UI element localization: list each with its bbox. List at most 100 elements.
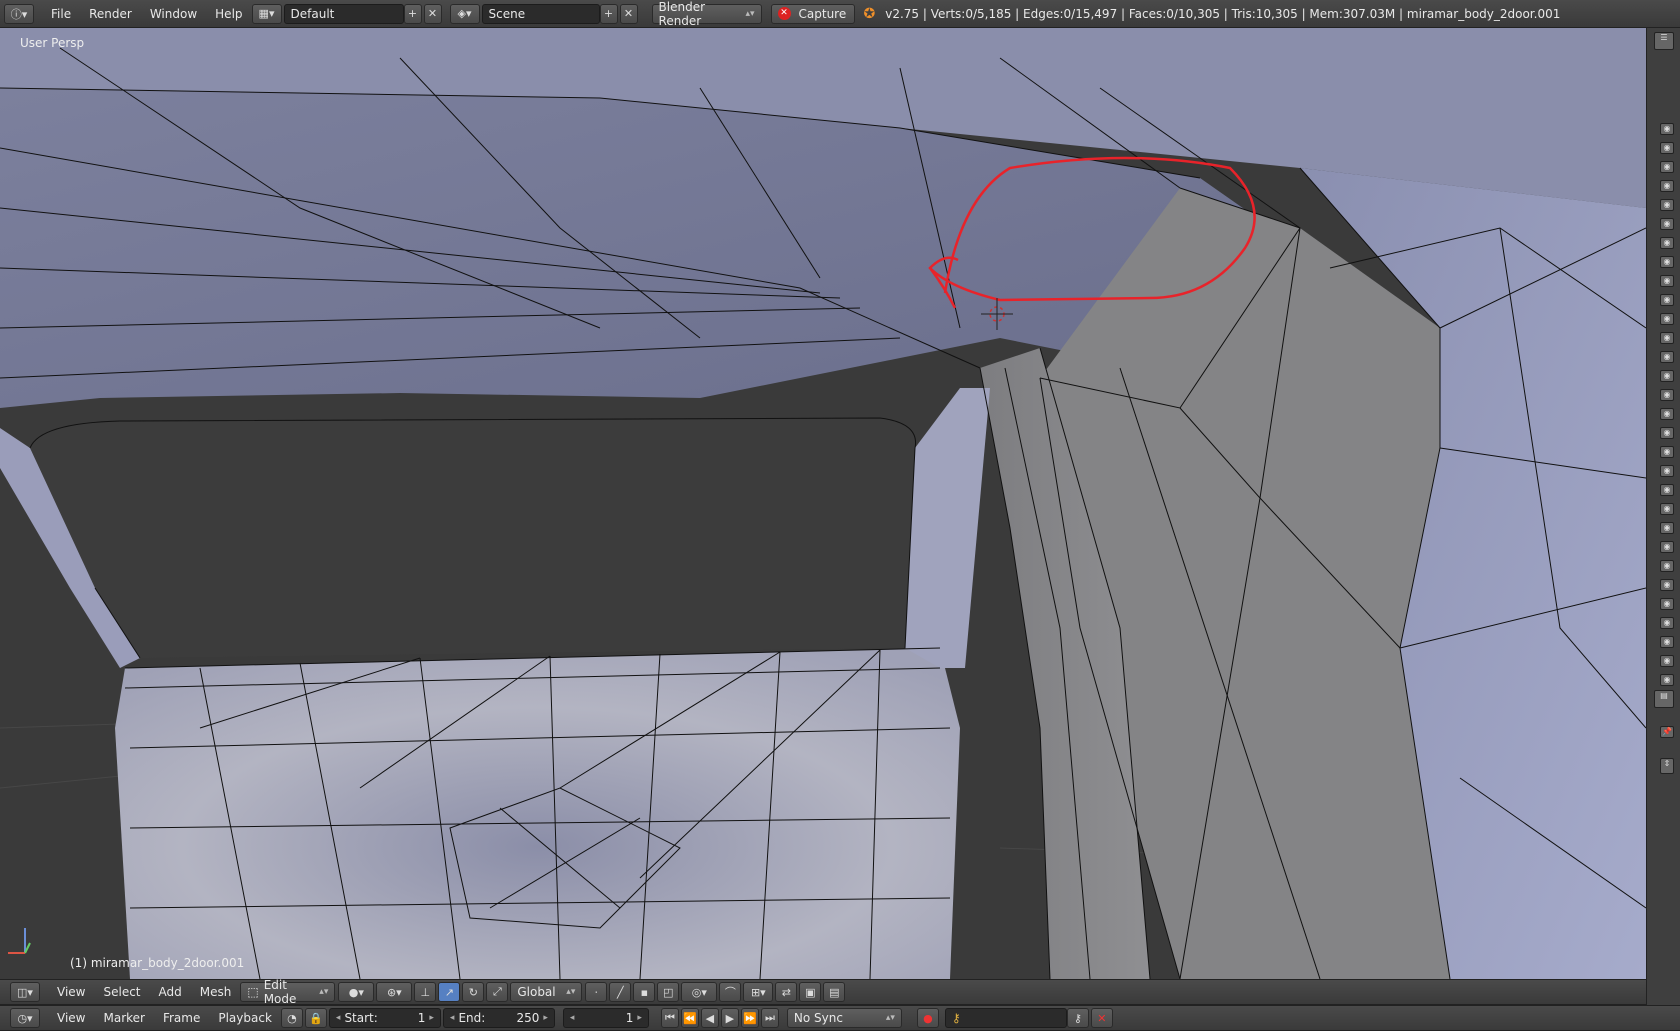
info-editor-icon[interactable]: ⓘ▾	[4, 3, 34, 24]
preview-range-icon[interactable]: ◔	[280, 1008, 303, 1028]
pivot-point-icon[interactable]: ⊛▾	[376, 982, 413, 1002]
end-frame-field[interactable]: ◂ End: 250 ▸	[442, 1008, 555, 1028]
transform-orientation-select[interactable]: Global ▴▾	[510, 982, 583, 1002]
proportional-edit-icon[interactable]: ◎▾	[681, 982, 718, 1002]
jump-keyframe-back-icon[interactable]: ⏪	[680, 1008, 699, 1028]
magnet-snap-icon[interactable]: ⌒	[719, 982, 742, 1002]
visibility-toggle-icon[interactable]: ◉	[1660, 674, 1674, 686]
visibility-toggle-icon[interactable]: ◉	[1660, 617, 1674, 629]
outliner-editor-icon[interactable]: ☰	[1654, 32, 1674, 50]
visibility-toggle-icon[interactable]: ◉	[1660, 655, 1674, 667]
mode-select[interactable]: ⬚ Edit Mode ▴▾	[240, 978, 336, 1006]
limit-selection-icon[interactable]: ◰	[657, 982, 680, 1002]
pin-icon[interactable]: 📌	[1660, 726, 1674, 738]
capture-button[interactable]: ✕ Capture	[770, 3, 855, 24]
visibility-toggle-icon[interactable]: ◉	[1660, 370, 1674, 382]
editor-type-icon[interactable]: ◫▾	[10, 982, 40, 1002]
vertex-select-icon[interactable]: ⋅	[585, 982, 608, 1002]
menu-frame[interactable]: Frame	[154, 1011, 209, 1025]
visibility-toggle-icon[interactable]: ◉	[1660, 636, 1674, 648]
start-frame-field[interactable]: ◂ Start: 1 ▸	[328, 1008, 441, 1028]
jump-start-icon[interactable]: ⏮	[660, 1008, 679, 1028]
keying-set-field[interactable]: ⚷	[944, 1008, 1067, 1028]
sync-mode-select[interactable]: No Sync ▴▾	[786, 1008, 902, 1028]
delete-keyframe-icon[interactable]: ✕	[1090, 1008, 1113, 1028]
menu-window[interactable]: Window	[141, 7, 206, 21]
menu-playback[interactable]: Playback	[209, 1011, 281, 1025]
visibility-toggle-icon[interactable]: ◉	[1660, 579, 1674, 591]
screen-layout-icon[interactable]: ▦▾	[251, 3, 282, 24]
play-reverse-icon[interactable]: ◀	[700, 1008, 719, 1028]
add-layout-icon[interactable]: +	[403, 3, 422, 24]
menu-mesh[interactable]: Mesh	[191, 985, 241, 999]
visibility-toggle-icon[interactable]: ◉	[1660, 541, 1674, 553]
screen-layout-field[interactable]: Default	[283, 3, 404, 24]
remove-layout-icon[interactable]: ✕	[423, 3, 442, 24]
scroll-arrows-icon[interactable]: ⇕	[1660, 758, 1674, 774]
timeline-editor-icon[interactable]: ◷▾	[10, 1008, 40, 1028]
face-select-icon[interactable]: ▪	[633, 982, 656, 1002]
render-still-icon[interactable]: ▣	[799, 982, 822, 1002]
visibility-toggle-icon[interactable]: ◉	[1660, 560, 1674, 572]
start-frame-label: Start:	[344, 1011, 378, 1025]
play-icon[interactable]: ▶	[720, 1008, 739, 1028]
visibility-toggle-icon[interactable]: ◉	[1660, 351, 1674, 363]
visibility-toggle-icon[interactable]: ◉	[1660, 237, 1674, 249]
visibility-toggle-icon[interactable]: ◉	[1660, 389, 1674, 401]
properties-editor-icon[interactable]: ▤	[1654, 690, 1674, 708]
translate-icon[interactable]: ↗	[438, 982, 461, 1002]
3d-viewport[interactable]: User Persp (1) miramar_body_2door.001	[0, 28, 1646, 979]
visibility-toggle-icon[interactable]: ◉	[1660, 408, 1674, 420]
scene-icon[interactable]: ◈▾	[449, 3, 480, 24]
menu-view[interactable]: View	[48, 985, 94, 999]
menu-file[interactable]: File	[42, 7, 80, 21]
snap-element-icon[interactable]: ⊞▾	[743, 982, 774, 1002]
visibility-toggle-icon[interactable]: ◉	[1660, 503, 1674, 515]
menu-select[interactable]: Select	[94, 985, 149, 999]
visibility-toggle-icon[interactable]: ◉	[1660, 522, 1674, 534]
visibility-toggle-icon[interactable]: ◉	[1660, 332, 1674, 344]
visibility-toggle-icon[interactable]: ◉	[1660, 275, 1674, 287]
end-frame-label: End:	[458, 1011, 486, 1025]
menu-render[interactable]: Render	[80, 7, 141, 21]
visibility-toggle-icon[interactable]: ◉	[1660, 446, 1674, 458]
render-engine-select[interactable]: Blender Render ▴▾	[651, 0, 762, 28]
active-object-label: (1) miramar_body_2door.001	[70, 956, 245, 970]
visibility-toggle-icon[interactable]: ◉	[1660, 142, 1674, 154]
menu-add[interactable]: Add	[150, 985, 191, 999]
remove-scene-icon[interactable]: ✕	[619, 3, 638, 24]
visibility-toggle-icon[interactable]: ◉	[1660, 123, 1674, 135]
viewport-shading-icon[interactable]: ●▾	[338, 982, 375, 1002]
visibility-toggle-icon[interactable]: ◉	[1660, 465, 1674, 477]
menu-view[interactable]: View	[48, 1011, 94, 1025]
visibility-toggle-icon[interactable]: ◉	[1660, 180, 1674, 192]
visibility-toggle-icon[interactable]: ◉	[1660, 199, 1674, 211]
visibility-toggle-icon[interactable]: ◉	[1660, 598, 1674, 610]
scale-icon[interactable]: ⤢	[486, 982, 509, 1002]
rotate-icon[interactable]: ↻	[462, 982, 485, 1002]
top-info-bar: ⓘ▾ File Render Window Help ▦▾ Default + …	[0, 0, 1680, 28]
visibility-toggle-icon[interactable]: ◉	[1660, 427, 1674, 439]
visibility-toggle-icon[interactable]: ◉	[1660, 313, 1674, 325]
layer-icon[interactable]: ⇄	[775, 982, 798, 1002]
visibility-toggle-icon[interactable]: ◉	[1660, 161, 1674, 173]
visibility-toggle-icon[interactable]: ◉	[1660, 256, 1674, 268]
chevron-left-icon: ◂	[335, 1013, 341, 1023]
menu-help[interactable]: Help	[206, 7, 251, 21]
current-frame-value: 1	[625, 1011, 634, 1025]
insert-keyframe-icon[interactable]: ⚷	[1066, 1008, 1089, 1028]
menu-marker[interactable]: Marker	[94, 1011, 153, 1025]
jump-keyframe-forward-icon[interactable]: ⏩	[740, 1008, 759, 1028]
lock-icon[interactable]: 🔒	[304, 1008, 327, 1028]
visibility-toggle-icon[interactable]: ◉	[1660, 484, 1674, 496]
record-icon[interactable]: ●	[916, 1008, 939, 1028]
visibility-toggle-icon[interactable]: ◉	[1660, 294, 1674, 306]
edge-select-icon[interactable]: ╱	[609, 982, 632, 1002]
current-frame-field[interactable]: ◂ 1 ▸	[562, 1008, 649, 1028]
scene-field[interactable]: Scene	[481, 3, 600, 24]
add-scene-icon[interactable]: +	[599, 3, 618, 24]
visibility-toggle-icon[interactable]: ◉	[1660, 218, 1674, 230]
manipulator-toggle-icon[interactable]: ⊥	[414, 982, 437, 1002]
render-animation-icon[interactable]: ▤	[823, 982, 846, 1002]
jump-end-icon[interactable]: ⏭	[760, 1008, 779, 1028]
